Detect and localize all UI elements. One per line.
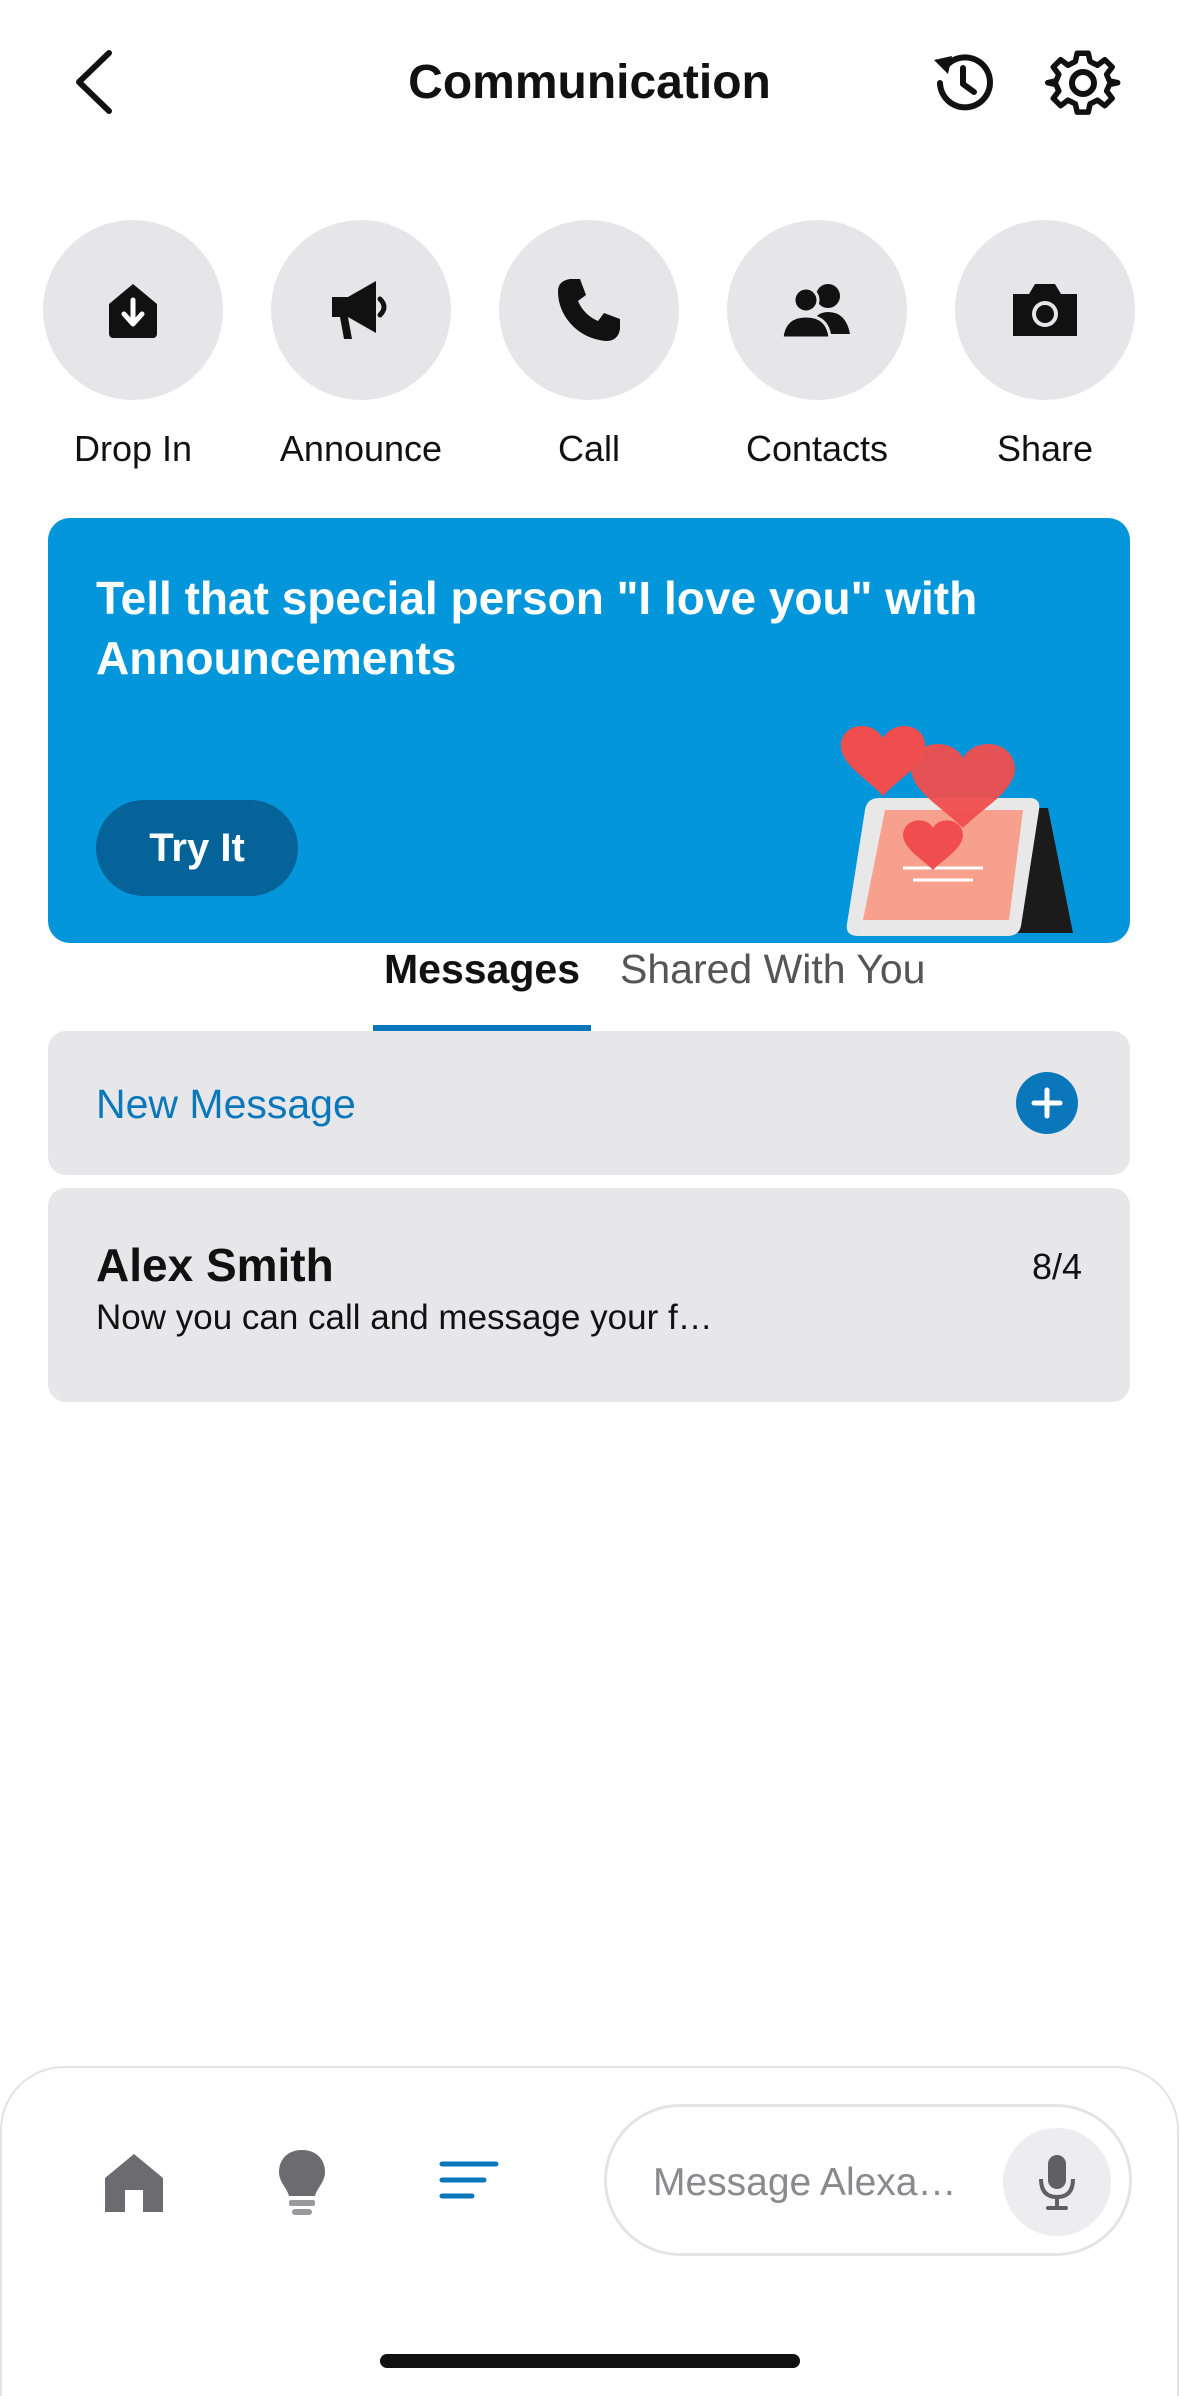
lightbulb-icon bbox=[279, 2150, 325, 2215]
alexa-message-placeholder[interactable]: Message Alexa… bbox=[653, 2161, 957, 2205]
action-share[interactable]: Share bbox=[950, 220, 1140, 470]
history-button[interactable] bbox=[922, 42, 1004, 124]
action-announce-circle[interactable] bbox=[271, 220, 451, 400]
contacts-icon bbox=[780, 284, 850, 340]
banner-title: Tell that special person "I love you" wi… bbox=[96, 572, 978, 684]
action-contacts[interactable]: Contacts bbox=[722, 220, 912, 470]
action-label: Share bbox=[996, 428, 1094, 469]
tabs: Messages Shared With You bbox=[0, 943, 1179, 1031]
action-label: Contacts bbox=[745, 428, 889, 469]
new-message-button[interactable] bbox=[1016, 1072, 1078, 1134]
echo-show-hearts-illustration bbox=[840, 725, 1073, 936]
action-drop-in[interactable]: Drop In bbox=[38, 220, 228, 470]
history-icon bbox=[934, 54, 993, 111]
action-contacts-circle[interactable] bbox=[727, 220, 907, 400]
conversation-preview: Now you can call and message your f… bbox=[96, 1298, 713, 1337]
tab-messages[interactable]: Messages bbox=[373, 943, 591, 1031]
gear-icon bbox=[1045, 50, 1121, 115]
action-call[interactable]: Call bbox=[494, 220, 684, 470]
new-message-row[interactable]: New Message bbox=[48, 1031, 1130, 1175]
menu-lines-icon bbox=[439, 2161, 499, 2199]
settings-button[interactable] bbox=[1042, 42, 1124, 124]
action-call-circle[interactable] bbox=[499, 220, 679, 400]
promo-banner[interactable]: Tell that special person "I love you" wi… bbox=[48, 518, 1130, 943]
action-label: Drop In bbox=[73, 428, 193, 469]
conversation-name: Alex Smith bbox=[96, 1239, 334, 1291]
nav-discover[interactable] bbox=[257, 2138, 347, 2228]
plus-icon bbox=[1031, 1087, 1063, 1119]
header: Communication bbox=[0, 0, 1179, 170]
action-label: Announce bbox=[279, 428, 443, 469]
new-message-label: New Message bbox=[96, 1081, 356, 1127]
conversation-item[interactable]: Alex Smith 8/4 Now you can call and mess… bbox=[48, 1188, 1130, 1402]
mic-button[interactable] bbox=[1003, 2128, 1111, 2236]
megaphone-icon bbox=[332, 281, 387, 339]
action-share-circle[interactable] bbox=[955, 220, 1135, 400]
quick-actions: Drop In Announce Call Contacts Share bbox=[0, 220, 1179, 480]
home-icon bbox=[105, 2154, 163, 2212]
action-announce[interactable]: Announce bbox=[266, 220, 456, 470]
tab-shared-with-you[interactable]: Shared With You bbox=[620, 943, 925, 1031]
nav-more[interactable] bbox=[424, 2138, 514, 2228]
microphone-icon bbox=[1039, 2155, 1075, 2210]
camera-icon bbox=[1013, 284, 1077, 336]
action-drop-in-circle[interactable] bbox=[43, 220, 223, 400]
alexa-message-input[interactable]: Message Alexa… bbox=[604, 2104, 1132, 2256]
conversation-date: 8/4 bbox=[1031, 1246, 1082, 1287]
drop-in-icon bbox=[109, 284, 157, 338]
phone-icon bbox=[558, 279, 620, 341]
try-it-button[interactable]: Try It bbox=[96, 800, 298, 896]
nav-home[interactable] bbox=[89, 2138, 179, 2228]
bottom-bar: Message Alexa… bbox=[0, 2066, 1179, 2396]
action-label: Call bbox=[557, 428, 620, 469]
home-indicator bbox=[380, 2354, 800, 2368]
